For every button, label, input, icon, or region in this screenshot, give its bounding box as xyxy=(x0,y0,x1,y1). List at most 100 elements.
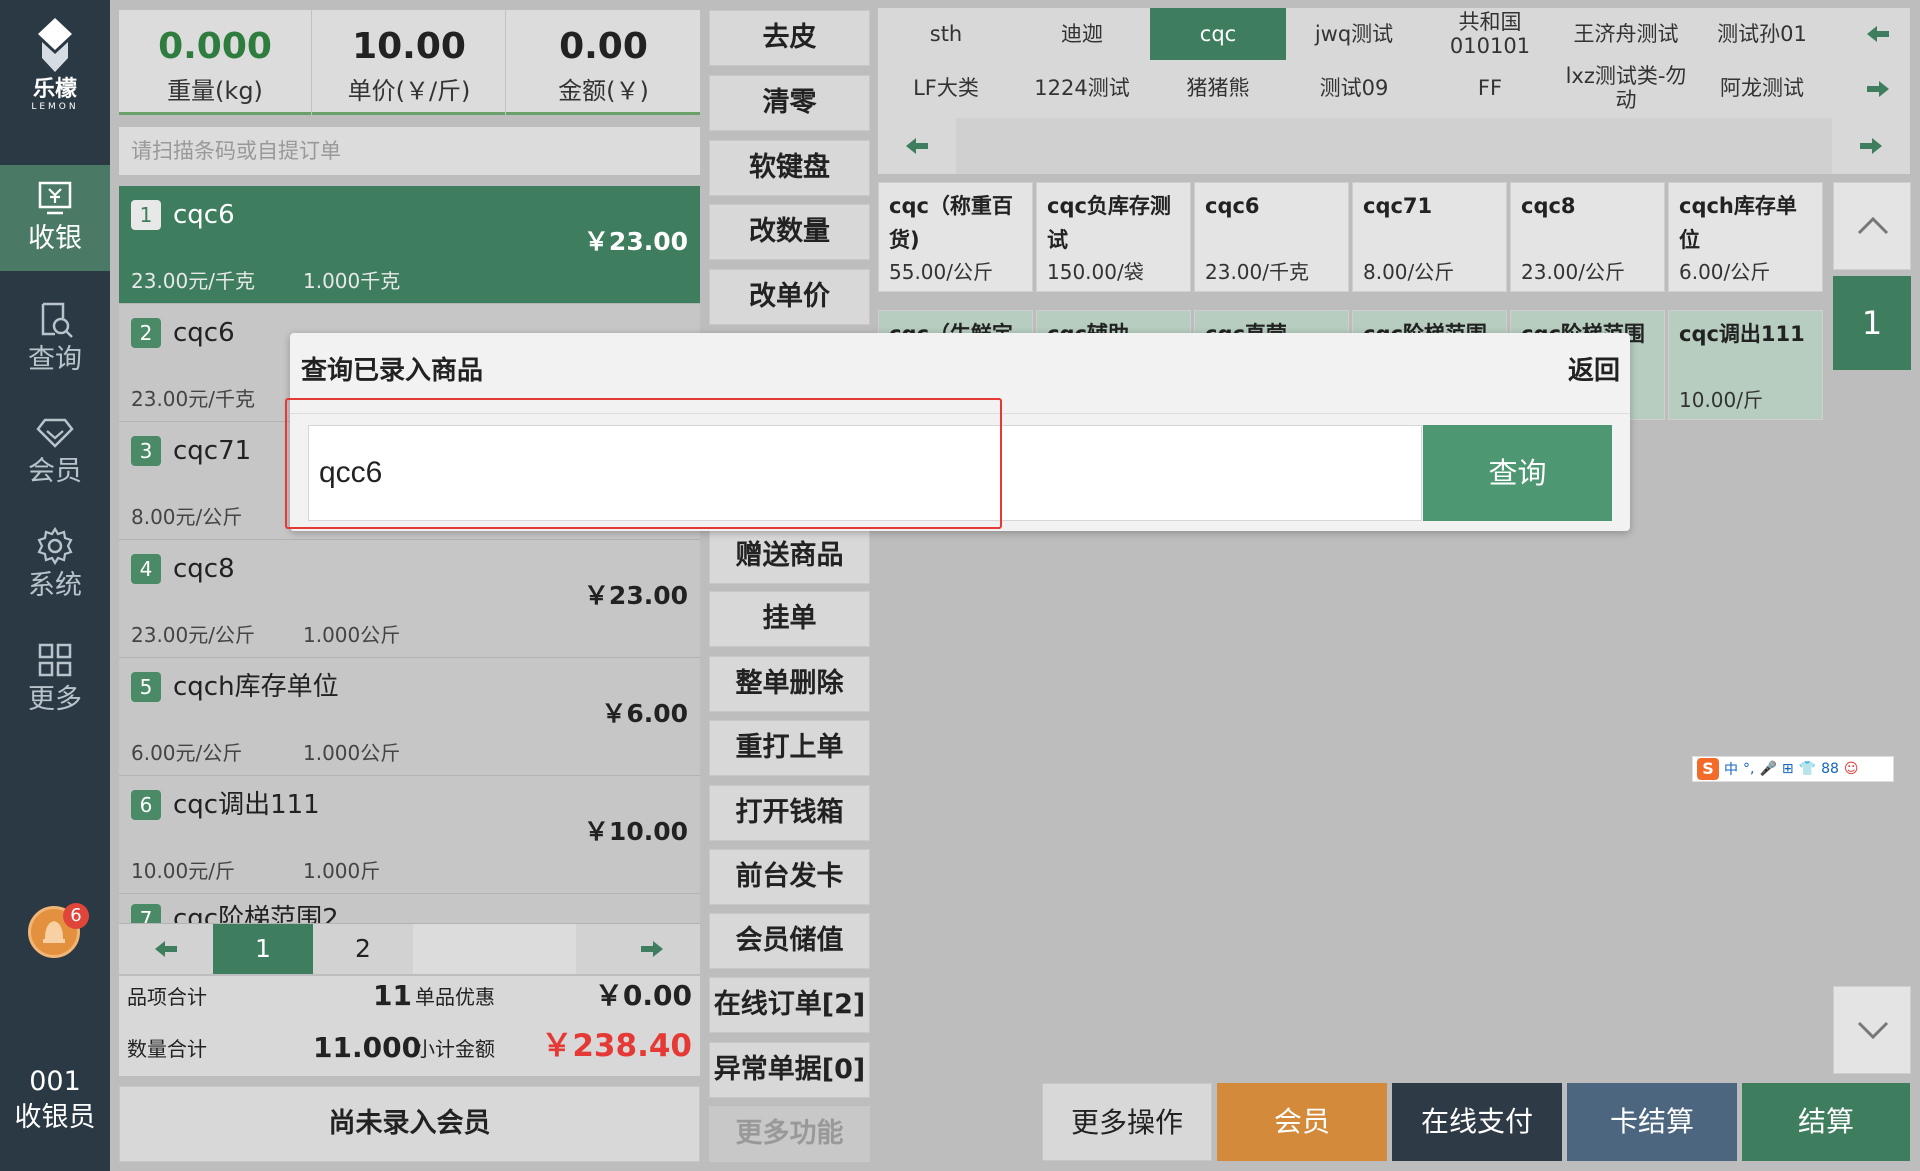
category-next-arrow-icon[interactable] xyxy=(1863,74,1893,104)
dialog-divider xyxy=(290,413,1630,414)
ime-skin-icon[interactable]: 👕 xyxy=(1799,761,1816,777)
soft-keyboard-button[interactable]: 软键盘 xyxy=(709,140,870,196)
product-page-up-button[interactable] xyxy=(1833,182,1911,270)
cart-item[interactable]: 5 cqch库存单位 ￥6.00 6.00元/公斤 1.000公斤 xyxy=(119,658,700,776)
cart-item[interactable]: 7 cqc阶梯范围2 xyxy=(119,894,700,924)
ime-chinese-mode[interactable]: 中 xyxy=(1724,759,1738,779)
hold-order-button[interactable]: 挂单 xyxy=(709,591,870,647)
dialog-back-button[interactable]: 返回 xyxy=(1568,353,1620,389)
cart-item[interactable]: 6 cqc调出111 ￥10.00 10.00元/斤 1.000斤 xyxy=(119,776,700,894)
open-cashbox-button[interactable]: 打开钱箱 xyxy=(709,785,870,841)
product-tile[interactable]: cqc71 8.00/公斤 xyxy=(1352,182,1507,292)
product-tile[interactable]: cqc8 23.00/公斤 xyxy=(1510,182,1665,292)
cart-item[interactable]: 4 cqc8 ￥23.00 23.00元/公斤 1.000公斤 xyxy=(119,540,700,658)
sidebar: 乐檬 LEMON 收银 查询 会员 系统 更多 6 001 收银员 xyxy=(0,0,110,1171)
delete-order-button[interactable]: 整单删除 xyxy=(709,656,870,712)
nav-member-label: 会员 xyxy=(28,456,82,487)
category-item[interactable]: 王济舟测试 xyxy=(1558,8,1694,60)
category-item[interactable]: 测试孙01 xyxy=(1694,8,1830,60)
product-tile[interactable]: cqc负库存测试 150.00/袋 xyxy=(1036,182,1191,292)
product-page-down-button[interactable] xyxy=(1833,986,1911,1074)
category-item[interactable]: 共和国010101 xyxy=(1422,8,1558,60)
unit-price-cell: 10.00 单价(￥/斤) xyxy=(313,10,506,115)
member-button[interactable]: 会员 xyxy=(1217,1083,1387,1161)
category-item[interactable]: 测试09 xyxy=(1286,62,1422,114)
gift-item-button[interactable]: 赠送商品 xyxy=(709,528,870,584)
item-name: cqc阶梯范围2 xyxy=(173,904,339,924)
category-item[interactable]: jwq测试 xyxy=(1286,8,1422,60)
dialog-title: 查询已录入商品 xyxy=(301,356,484,386)
item-price: ￥6.00 xyxy=(601,699,688,728)
unit-price-label: 单价(￥/斤) xyxy=(347,77,471,105)
query-entered-items-dialog: 查询已录入商品 返回 查询 xyxy=(285,333,1630,531)
change-quantity-button[interactable]: 改数量 xyxy=(709,204,870,260)
product-tile[interactable]: cqc6 23.00/千克 xyxy=(1194,182,1349,292)
ime-toolbox-icon[interactable]: 88 xyxy=(1821,761,1839,777)
category-item[interactable]: lxz测试类-勿动 xyxy=(1558,62,1694,114)
ime-voice-icon[interactable]: 🎤 xyxy=(1759,761,1776,777)
unit-price-value: 10.00 xyxy=(352,26,466,67)
nav-member[interactable]: 会员 xyxy=(0,398,110,504)
ime-punctuation-mode[interactable]: °, xyxy=(1743,761,1754,777)
product-tile[interactable]: cqch库存单位 6.00/公斤 xyxy=(1668,182,1823,292)
more-actions-button[interactable]: 更多操作 xyxy=(1042,1083,1212,1161)
prev-page-arrow-icon[interactable] xyxy=(151,934,181,964)
cashier-icon xyxy=(38,181,72,215)
member-topup-button[interactable]: 会员储值 xyxy=(709,913,870,969)
item-search-input[interactable] xyxy=(308,425,1422,521)
change-price-button[interactable]: 改单价 xyxy=(709,269,870,325)
category-item[interactable]: FF xyxy=(1422,62,1558,114)
issue-card-button[interactable]: 前台发卡 xyxy=(709,849,870,905)
chevron-up-icon xyxy=(1857,216,1889,235)
category-item[interactable]: 猪猪熊 xyxy=(1150,62,1286,114)
online-orders-button[interactable]: 在线订单[2] xyxy=(709,977,870,1033)
member-status-button[interactable]: 尚未录入会员 xyxy=(119,1086,700,1162)
product-page-indicator: 1 xyxy=(1833,276,1911,370)
member-diamond-icon xyxy=(36,418,74,448)
category-scroll-left[interactable] xyxy=(878,118,956,174)
product-name: cqc71 xyxy=(1363,194,1433,218)
item-unit-price: 10.00元/斤 xyxy=(131,859,235,883)
category-item[interactable]: 迪迦 xyxy=(1014,8,1150,60)
next-page-arrow-icon[interactable] xyxy=(637,934,667,964)
cart-item[interactable]: 1 cqc6 ￥23.00 23.00元/千克 1.000千克 xyxy=(119,186,700,304)
subtotal-label: 小计金额 xyxy=(415,1037,495,1061)
checkout-button[interactable]: 结算 xyxy=(1742,1083,1910,1161)
notification-bell[interactable]: 6 xyxy=(28,903,89,958)
item-price: ￥10.00 xyxy=(583,817,688,846)
category-scroll-right[interactable] xyxy=(1832,118,1910,174)
category-item[interactable]: 阿龙测试 xyxy=(1694,62,1830,114)
zero-button[interactable]: 清零 xyxy=(709,75,870,131)
ime-toolbar[interactable]: S 中 °, 🎤 ⊞ 👕 88 ☺ xyxy=(1692,756,1894,782)
category-item[interactable]: cqc xyxy=(1150,8,1286,60)
items-total-value: 11 xyxy=(373,979,412,1012)
cart-page-2[interactable]: 2 xyxy=(313,924,413,974)
category-item[interactable]: 1224测试 xyxy=(1014,62,1150,114)
product-tile[interactable]: cqc调出111 10.00/斤 xyxy=(1668,310,1823,420)
category-prev-arrow-icon[interactable] xyxy=(1863,19,1893,49)
online-pay-button[interactable]: 在线支付 xyxy=(1392,1083,1562,1161)
nav-system[interactable]: 系统 xyxy=(0,512,110,618)
nav-more[interactable]: 更多 xyxy=(0,626,110,732)
product-price: 8.00/公斤 xyxy=(1363,260,1455,284)
category-item[interactable]: LF大类 xyxy=(878,62,1014,114)
ime-emoji-icon[interactable]: ☺ xyxy=(1844,761,1859,777)
card-pay-button[interactable]: 卡结算 xyxy=(1567,1083,1737,1161)
ime-keyboard-icon[interactable]: ⊞ xyxy=(1782,761,1794,777)
cart-page-1[interactable]: 1 xyxy=(213,924,313,974)
subtotal-value: ￥238.40 xyxy=(541,1028,692,1064)
product-name: cqc6 xyxy=(1205,194,1260,218)
product-tile[interactable]: cqc（称重百货) 55.00/公斤 xyxy=(878,182,1033,292)
more-functions-button[interactable]: 更多功能 xyxy=(709,1106,870,1162)
exception-docs-button[interactable]: 异常单据[0] xyxy=(709,1042,870,1098)
nav-query[interactable]: 查询 xyxy=(0,286,110,392)
nav-cashier[interactable]: 收银 xyxy=(0,165,110,271)
barcode-scan-input[interactable]: 请扫描条码或自提订单 xyxy=(119,127,700,175)
item-number: 5 xyxy=(131,672,161,702)
reprint-button[interactable]: 重打上单 xyxy=(709,720,870,776)
item-name: cqc71 xyxy=(173,436,252,466)
tare-button[interactable]: 去皮 xyxy=(709,10,870,66)
query-button[interactable]: 查询 xyxy=(1423,425,1612,521)
sogou-ime-icon: S xyxy=(1697,758,1719,780)
category-item[interactable]: sth xyxy=(878,8,1014,60)
